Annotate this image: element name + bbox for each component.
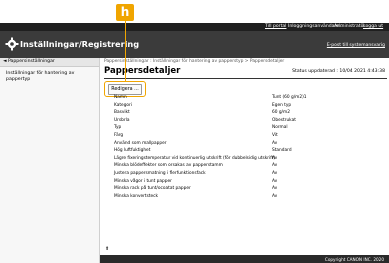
row-value: Av — [272, 193, 278, 199]
row-key: Basvikt — [114, 110, 130, 116]
title-divider — [104, 78, 387, 79]
status-updated: Status uppdaterad : 10/04 2021 4:43:38 — [292, 69, 385, 74]
app-title: Inställningar/Registrering — [20, 39, 140, 49]
footer: Copyright CANON INC. 2020 — [100, 255, 389, 263]
page-title: Pappersdetaljer — [104, 66, 181, 76]
table-row: Hög luftfuktighet Standard — [114, 147, 384, 155]
table-row: Minska blödeffekter som orsakas av pappe… — [114, 162, 384, 170]
row-value: Egen typ — [272, 102, 292, 108]
row-key: Typ — [114, 125, 122, 131]
row-value: Av — [272, 186, 278, 192]
gear-icon — [5, 37, 19, 51]
table-row: Lägre fixeringstemperatur vid kontinuerl… — [114, 155, 384, 163]
table-row: Minska konvertsteck Av — [114, 193, 384, 201]
table-row: Justera pappersmatning i flerfunktionsfa… — [114, 170, 384, 178]
row-value: Obestrukat — [272, 117, 296, 123]
row-value: Standard — [272, 148, 292, 154]
table-row: Typ Normal — [114, 124, 384, 132]
portal-link[interactable]: Till portal — [265, 24, 286, 29]
table-row: Ursbrla Obestrukat — [114, 117, 384, 125]
user-name: Administratör — [334, 24, 366, 29]
sidebar: ◄ Pappersinställningar Inställningar för… — [0, 58, 100, 263]
logout-link[interactable]: Logga ut — [363, 24, 383, 29]
table-row: Minska rack på tunt/ocoatat papper Av — [114, 185, 384, 193]
breadcrumb: Pappersinställningar : Inställningar för… — [104, 59, 285, 64]
row-key: Ursbrla — [114, 117, 130, 123]
row-key: Lägre fixeringstemperatur vid kontinuerl… — [114, 155, 276, 161]
copyright-text: Copyright CANON INC. 2020 — [324, 256, 384, 262]
row-key: Kategori — [114, 102, 133, 108]
table-row: Minska vågor i tunt papper Av — [114, 178, 384, 186]
row-key: Minska blödeffekter som orsakas av pappe… — [114, 163, 223, 169]
details-table: Namn Tunt (60 g/m2)1 Kategori Egen typ Bas… — [114, 94, 384, 200]
row-key: Minska konvertsteck — [114, 193, 159, 199]
back-to-top-icon[interactable]: ⬆︎ — [105, 246, 109, 252]
table-row: Basvikt 60 g/m2 — [114, 109, 384, 117]
email-admin-link[interactable]: E-post till systemansvarig — [327, 43, 385, 48]
row-key: Färg — [114, 132, 124, 138]
row-value: Vit — [272, 132, 278, 138]
sidebar-back-link[interactable]: ◄ Pappersinställningar — [0, 58, 99, 67]
top-bar: Till portal Inloggningsanvändare : Admin… — [0, 23, 389, 31]
row-value: 60 g/m2 — [272, 110, 290, 116]
table-row: Färg Vit — [114, 132, 384, 140]
table-row: Använd som mallpapper Av — [114, 140, 384, 148]
table-row: Namn Tunt (60 g/m2)1 — [114, 94, 384, 102]
row-key: Justera pappersmatning i flerfunktionsfa… — [114, 170, 206, 176]
sidebar-item-paper-type[interactable]: Inställningar för hantering av pappertyp — [0, 67, 99, 87]
callout-line — [125, 21, 126, 82]
row-value: Av — [272, 170, 278, 176]
row-value: Tunt (60 g/m2)1 — [272, 95, 307, 100]
row-key: Minska vågor i tunt papper — [114, 178, 172, 184]
row-value: Av — [272, 163, 278, 169]
table-row: Kategori Egen typ — [114, 102, 384, 110]
row-value: Av — [272, 155, 278, 161]
main-content: Pappersinställningar : Inställningar för… — [100, 58, 389, 255]
row-key: Använd som mallpapper — [114, 140, 167, 146]
callout-marker: h — [116, 4, 134, 21]
row-key: Namn — [114, 95, 127, 100]
row-value: Av — [272, 140, 278, 146]
row-key: Minska rack på tunt/ocoatat papper — [114, 186, 191, 192]
row-key: Hög luftfuktighet — [114, 148, 151, 154]
app-header: Inställningar/Registrering E-post till s… — [0, 31, 389, 58]
row-value: Normal — [272, 125, 288, 131]
row-value: Av — [272, 178, 278, 184]
